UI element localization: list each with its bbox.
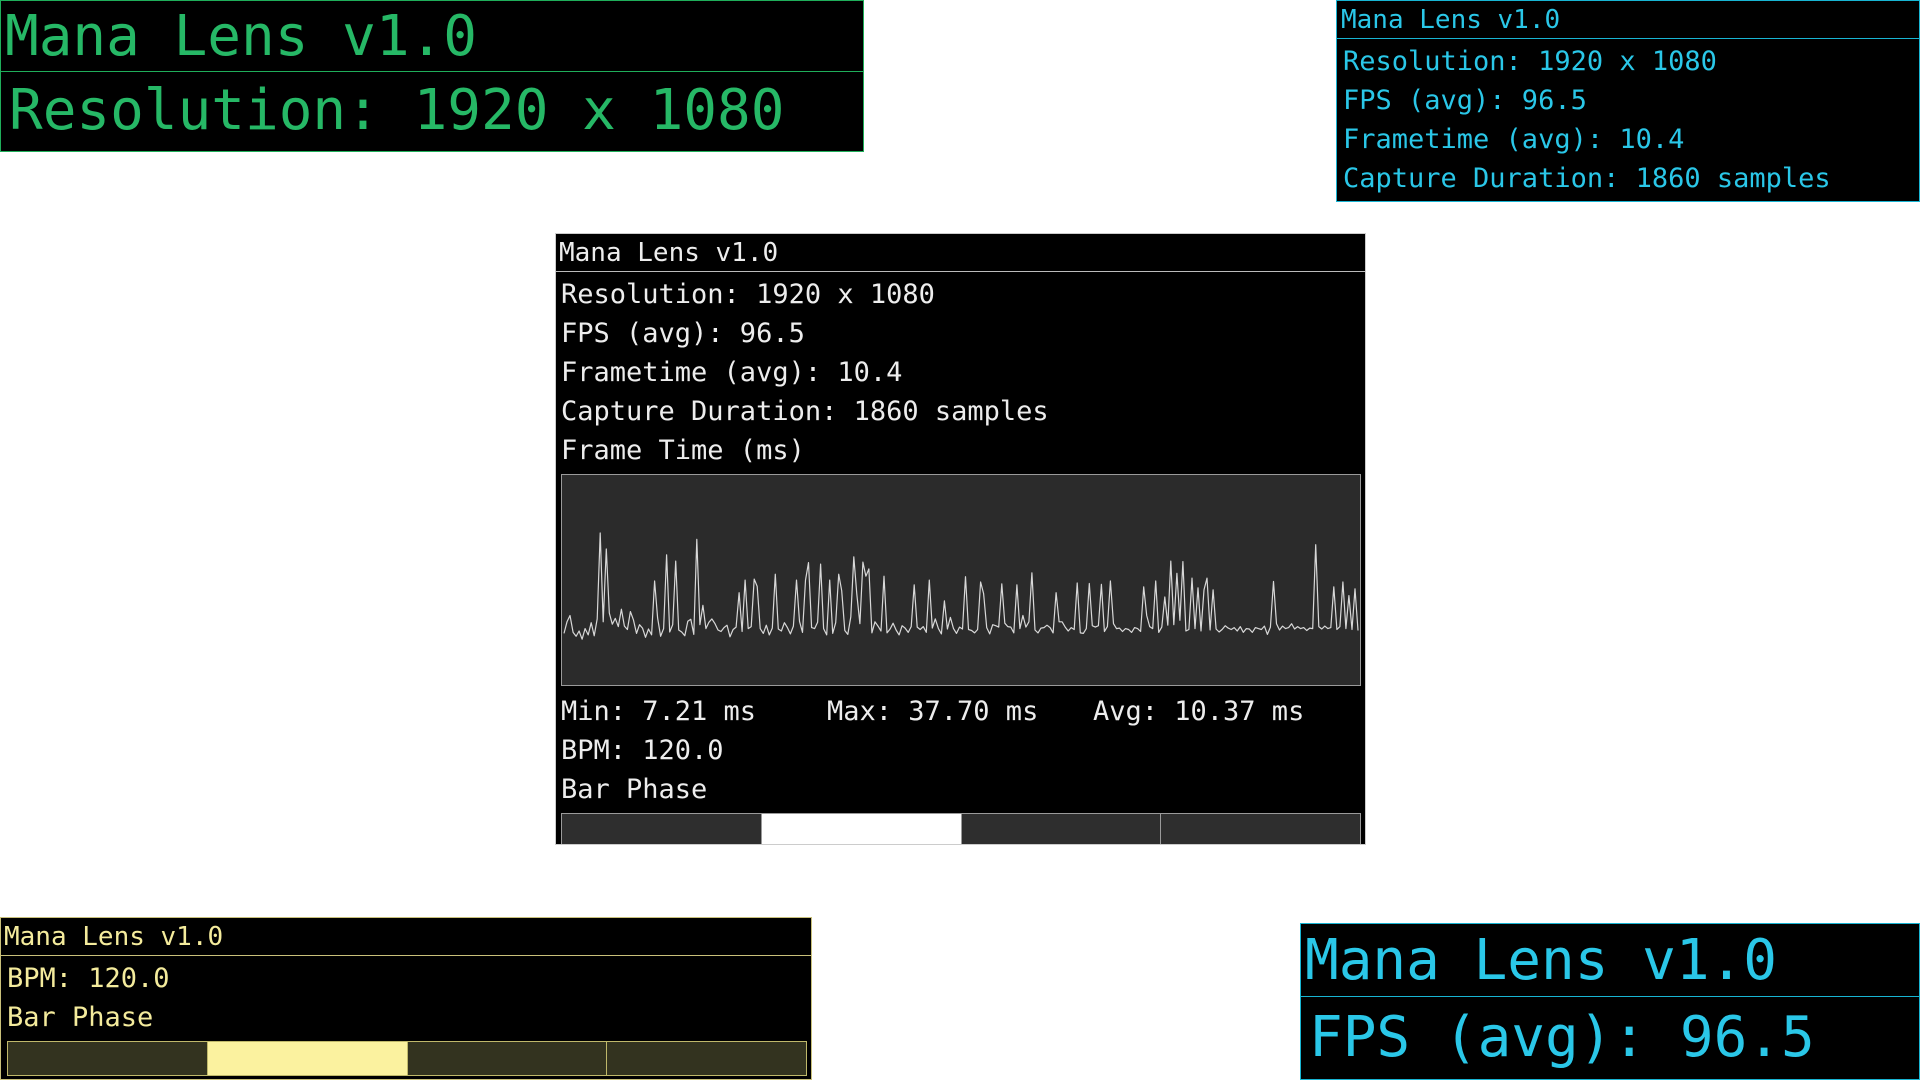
overlay-panel-yellow-bpm: Mana Lens v1.0 BPM: 120.0 Bar Phase — [0, 917, 812, 1080]
bpm-readout: BPM: 120.0 — [7, 963, 170, 994]
bar-phase-segment-1 — [8, 1042, 208, 1075]
bar-phase-segment-4 — [1161, 814, 1360, 844]
overlay-body: Resolution: 1920 x 1080 FPS (avg): 96.5 … — [1337, 39, 1919, 198]
resolution-readout: Resolution: 1920 x 1080 — [561, 279, 935, 310]
frame-time-series-line — [563, 532, 1359, 640]
capture-duration-readout: Capture Duration: 1860 samples — [561, 396, 1049, 427]
frame-graph-title: Frame Time (ms) — [561, 435, 805, 466]
overlay-body: BPM: 120.0 Bar Phase — [1, 956, 811, 1076]
overlay-title: Mana Lens v1.0 — [556, 234, 1365, 272]
overlay-title: Mana Lens v1.0 — [1, 1, 863, 72]
bar-phase-segment-1 — [562, 814, 762, 844]
bar-phase-label: Bar Phase — [7, 1002, 154, 1033]
resolution-readout: Resolution: 1920 x 1080 — [9, 78, 785, 143]
capture-duration-readout: Capture Duration: 1860 samples — [1343, 163, 1831, 194]
resolution-readout: Resolution: 1920 x 1080 — [1343, 46, 1717, 77]
frame-time-avg: Avg: 10.37 ms — [1093, 696, 1305, 727]
frame-time-min: Min: 7.21 ms — [561, 696, 757, 727]
bar-phase-segment-4 — [607, 1042, 806, 1075]
fps-readout: FPS (avg): 96.5 — [1343, 85, 1587, 116]
overlay-panel-cyan-large: Mana Lens v1.0 FPS (avg): 96.5 — [1300, 923, 1920, 1080]
frame-time-stats: Min: 7.21 ms Max: 37.70 ms Avg: 10.37 ms — [561, 692, 1365, 731]
overlay-title: Mana Lens v1.0 — [1, 918, 811, 956]
bar-phase-segment-3 — [407, 1042, 608, 1075]
bar-phase-indicator — [7, 1041, 807, 1076]
bar-phase-segment-3 — [961, 814, 1162, 844]
bpm-readout: BPM: 120.0 — [561, 735, 724, 766]
frame-time-max: Max: 37.70 ms — [827, 696, 1039, 727]
bar-phase-segment-2 — [207, 1042, 408, 1075]
overlay-title: Mana Lens v1.0 — [1301, 924, 1919, 997]
fps-readout: FPS (avg): 96.5 — [1309, 1005, 1815, 1070]
overlay-panel-green-large: Mana Lens v1.0 Resolution: 1920 x 1080 — [0, 0, 864, 152]
overlay-panel-cyan-stats: Mana Lens v1.0 Resolution: 1920 x 1080 F… — [1336, 0, 1920, 202]
bar-phase-indicator — [561, 813, 1361, 844]
frame-time-plot — [563, 532, 1359, 640]
frame-time-graph — [561, 474, 1361, 686]
overlay-panel-full: Mana Lens v1.0 Resolution: 1920 x 1080 F… — [555, 233, 1366, 845]
frametime-readout: Frametime (avg): 10.4 — [1343, 124, 1685, 155]
frametime-readout: Frametime (avg): 10.4 — [561, 357, 903, 388]
overlay-title: Mana Lens v1.0 — [1337, 1, 1919, 39]
overlay-body: Resolution: 1920 x 1080 FPS (avg): 96.5 … — [556, 272, 1365, 844]
bar-phase-segment-2 — [761, 814, 962, 844]
fps-readout: FPS (avg): 96.5 — [561, 318, 805, 349]
bar-phase-label: Bar Phase — [561, 774, 708, 805]
